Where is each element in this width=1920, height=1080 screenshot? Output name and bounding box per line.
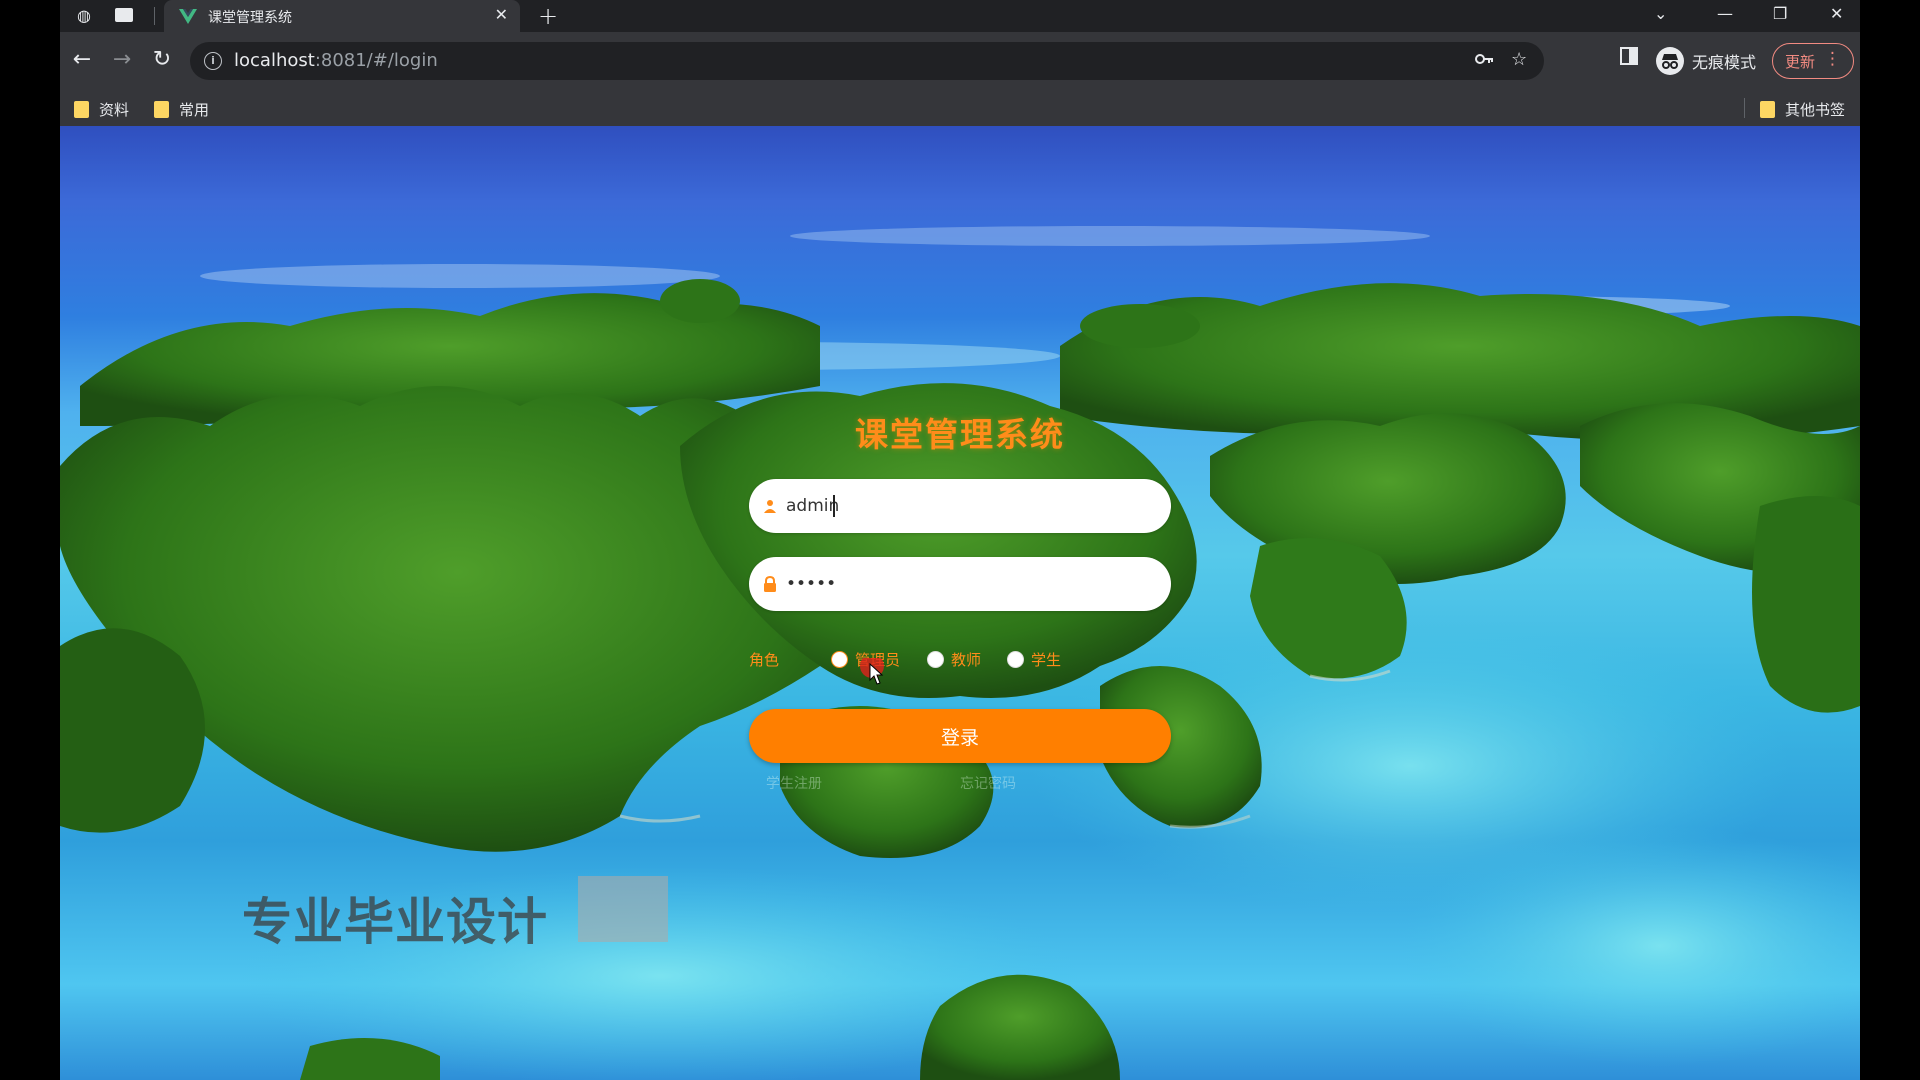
user-icon [764, 500, 776, 513]
radio-label-teacher[interactable]: 教师 [951, 649, 981, 670]
address-bar[interactable]: i localhost:8081/#/login ☆ [190, 42, 1544, 80]
url-host: localhost [234, 50, 315, 71]
tab-separator [154, 7, 155, 25]
update-button[interactable]: 更新 ⋮ [1772, 43, 1854, 79]
new-tab-button[interactable]: + [538, 2, 558, 30]
folder-icon [1760, 101, 1775, 118]
lock-icon [764, 576, 776, 592]
password-field[interactable] [749, 557, 1171, 611]
text-caret [833, 495, 835, 517]
password-input[interactable] [786, 565, 1156, 603]
folder-icon [154, 101, 169, 118]
back-button[interactable]: ← [68, 46, 96, 74]
radio-admin[interactable] [831, 651, 848, 668]
tab-list-icon[interactable]: ⌄ [1654, 4, 1667, 23]
login-button[interactable]: 登录 [749, 709, 1171, 763]
browser-window: ◍ 课堂管理系统 ✕ + ⌄ — ❐ ✕ ← → ↻ i localhost:8… [60, 0, 1860, 1080]
update-label: 更新 [1785, 53, 1816, 71]
active-tab[interactable]: 课堂管理系统 ✕ [164, 0, 520, 32]
folder-icon [74, 101, 89, 118]
url-text[interactable]: localhost:8081/#/login [234, 50, 438, 71]
username-field[interactable] [749, 479, 1171, 533]
watermark-blur-box [578, 876, 668, 942]
key-icon[interactable] [1474, 50, 1494, 73]
bookmark-label: 资料 [99, 101, 130, 119]
username-input[interactable] [786, 487, 1156, 525]
close-tab-icon[interactable]: ✕ [495, 5, 508, 24]
bookmarks-bar: 资料 常用 其他书签 [60, 90, 1860, 126]
login-title: 课堂管理系统 [855, 415, 1065, 454]
watermark-text: 专业毕业设计 [242, 893, 548, 951]
menu-icon[interactable]: ⋮ [1824, 49, 1841, 69]
incognito-icon[interactable] [1656, 47, 1684, 75]
tab-strip: ◍ 课堂管理系统 ✕ + ⌄ — ❐ ✕ [60, 0, 1860, 32]
minimize-button[interactable]: — [1717, 4, 1733, 23]
forward-button[interactable]: → [108, 46, 136, 74]
mouse-cursor-icon [860, 658, 884, 685]
side-panel-icon[interactable] [1620, 46, 1638, 71]
radio-label-student[interactable]: 学生 [1031, 649, 1061, 670]
reload-button[interactable]: ↻ [148, 46, 176, 74]
page-viewport: 课堂管理系统 角色 管理员 教师 学生 登录 学生注册 忘记密码 [60, 126, 1860, 1080]
radio-student[interactable] [1007, 651, 1024, 668]
close-window-button[interactable]: ✕ [1830, 4, 1843, 23]
site-info-icon[interactable]: i [204, 52, 222, 70]
browser-toolbar: ← → ↻ i localhost:8081/#/login ☆ 无痕模式 更新… [60, 32, 1860, 90]
globe-icon[interactable]: ◍ [74, 6, 94, 26]
bookmark-folder[interactable]: 常用 [154, 99, 209, 120]
url-path: :8081/#/login [314, 50, 438, 71]
incognito-label[interactable]: 无痕模式 [1692, 49, 1756, 73]
radio-teacher[interactable] [927, 651, 944, 668]
vue-logo-icon [179, 9, 197, 24]
other-bookmarks-label: 其他书签 [1785, 101, 1846, 119]
other-bookmarks[interactable]: 其他书签 [1760, 99, 1845, 120]
tab-search-icon[interactable] [114, 6, 134, 26]
forgot-password-link[interactable]: 忘记密码 [960, 773, 1016, 793]
bookmark-folder[interactable]: 资料 [74, 99, 129, 120]
bookmarks-separator [1744, 98, 1745, 118]
bookmark-label: 常用 [179, 101, 210, 119]
role-label: 角色 [749, 651, 780, 669]
role-selector: 角色 管理员 教师 学生 [749, 643, 1171, 675]
restore-button[interactable]: ❐ [1773, 4, 1787, 23]
tab-title: 课堂管理系统 [208, 10, 292, 26]
bookmark-star-icon[interactable]: ☆ [1511, 49, 1527, 70]
register-link[interactable]: 学生注册 [766, 773, 822, 793]
